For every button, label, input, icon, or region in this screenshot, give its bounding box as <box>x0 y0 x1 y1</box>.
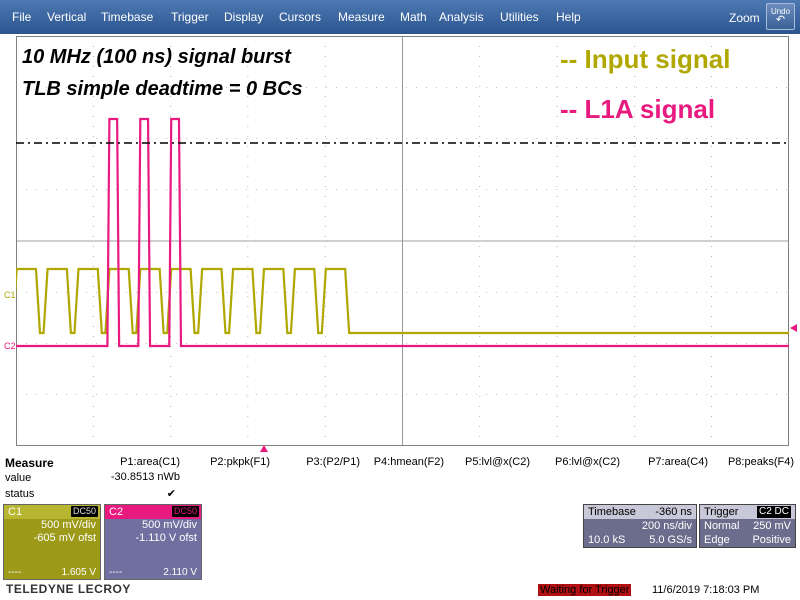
menu-bar: File Vertical Timebase Trigger Display C… <box>0 0 800 34</box>
undo-arrow-icon: ↶ <box>775 14 786 26</box>
menu-utilities[interactable]: Utilities <box>500 10 539 24</box>
measure-title: Measure <box>5 456 54 470</box>
trigger-mode: Normal <box>704 520 740 532</box>
c2-vdiv: 500 mV/div <box>141 519 197 531</box>
menu-analysis[interactable]: Analysis <box>439 10 484 24</box>
measure-p3-label[interactable]: P3:(P2/P1) <box>290 456 360 468</box>
timebase-samples: 10.0 kS <box>588 534 626 546</box>
c2-name: C2 <box>109 506 124 518</box>
trigger-slope: Positive <box>752 534 791 546</box>
undo-button[interactable]: Undo ↶ <box>766 3 795 30</box>
c1-foot-right: 1.605 V <box>61 567 96 578</box>
c1-level-marker[interactable]: C1 <box>4 290 16 300</box>
c2-foot-right: 2.110 V <box>163 567 197 578</box>
annotation-burst: 10 MHz (100 ns) signal burst <box>22 46 291 68</box>
c1-coupling: DC50 <box>70 506 98 517</box>
acquisition-status: Waiting for Trigger <box>538 584 632 596</box>
timebase-tdiv: 200 ns/div <box>641 520 692 532</box>
menu-timebase[interactable]: Timebase <box>101 10 153 24</box>
trigger-box[interactable]: Trigger C2 DC Normal 250 mV Edge Positiv… <box>699 504 796 548</box>
trigger-type: Edge <box>704 534 730 546</box>
measure-p1-label[interactable]: P1:area(C1) <box>110 456 180 468</box>
measure-p1-value: -30.8513 nWb <box>110 471 180 483</box>
measure-p8-label[interactable]: P8:peaks(F4) <box>718 456 794 468</box>
c1-offset: -605 mV ofst <box>33 532 96 544</box>
c2-level-marker[interactable]: C2 <box>4 341 16 351</box>
menu-measure[interactable]: Measure <box>338 10 385 24</box>
measure-p4-label[interactable]: P4:hmean(F2) <box>362 456 444 468</box>
measure-p6-label[interactable]: P6:lvl@x(C2) <box>546 456 620 468</box>
menu-trigger[interactable]: Trigger <box>171 10 209 24</box>
timebase-delay: -360 ns <box>655 506 692 518</box>
brand-logo: TELEDYNE LECROY <box>6 582 131 596</box>
measure-p7-label[interactable]: P7:area(C4) <box>634 456 708 468</box>
c1-foot-left: ---- <box>8 567 22 578</box>
trigger-time-marker-icon[interactable] <box>260 445 268 452</box>
trigger-level-marker-icon[interactable] <box>790 324 797 332</box>
menu-vertical[interactable]: Vertical <box>47 10 86 24</box>
menu-math[interactable]: Math <box>400 10 427 24</box>
zoom-label: Zoom <box>729 11 760 25</box>
menu-display[interactable]: Display <box>224 10 263 24</box>
measure-p5-label[interactable]: P5:lvl@x(C2) <box>456 456 530 468</box>
legend-input-signal: -- Input signal <box>560 44 731 74</box>
trigger-label: Trigger <box>704 506 739 518</box>
status-state: Waiting for Trigger <box>538 584 632 596</box>
timebase-box[interactable]: Timebase -360 ns 200 ns/div 10.0 kS 5.0 … <box>583 504 697 548</box>
timebase-label: Timebase <box>588 506 636 518</box>
measure-p2-label[interactable]: P2:pkpk(F1) <box>200 456 270 468</box>
timebase-rate: 5.0 GS/s <box>649 534 692 546</box>
measure-row-status: status <box>5 488 35 500</box>
c2-coupling: DC50 <box>171 506 199 517</box>
annotation-deadtime: TLB simple deadtime = 0 BCs <box>22 78 303 100</box>
legend-l1a-signal: -- L1A signal <box>560 94 716 124</box>
c2-offset: -1.110 V ofst <box>135 532 197 544</box>
status-datetime: 11/6/2019 7:18:03 PM <box>652 584 760 596</box>
trigger-coupling: DC <box>774 506 789 517</box>
measure-row-value: value <box>5 472 32 484</box>
c2-foot-left: ---- <box>109 567 123 578</box>
measure-p1-status-icon: ✔ <box>166 488 176 500</box>
menu-cursors[interactable]: Cursors <box>279 10 321 24</box>
c2-descriptor-box[interactable]: C2 DC50 500 mV/div -1.110 V ofst ---- 2.… <box>104 504 202 580</box>
c1-vdiv: 500 mV/div <box>40 519 96 531</box>
measure-panel: Measure value status P1:area(C1) -30.851… <box>0 452 800 502</box>
trigger-source: C2 <box>758 506 772 517</box>
trigger-level: 250 mV <box>753 520 791 532</box>
c1-name: C1 <box>8 506 23 518</box>
menu-help[interactable]: Help <box>556 10 581 24</box>
menu-file[interactable]: File <box>12 10 31 24</box>
c1-descriptor-box[interactable]: C1 DC50 500 mV/div -605 mV ofst ---- 1.6… <box>3 504 101 580</box>
